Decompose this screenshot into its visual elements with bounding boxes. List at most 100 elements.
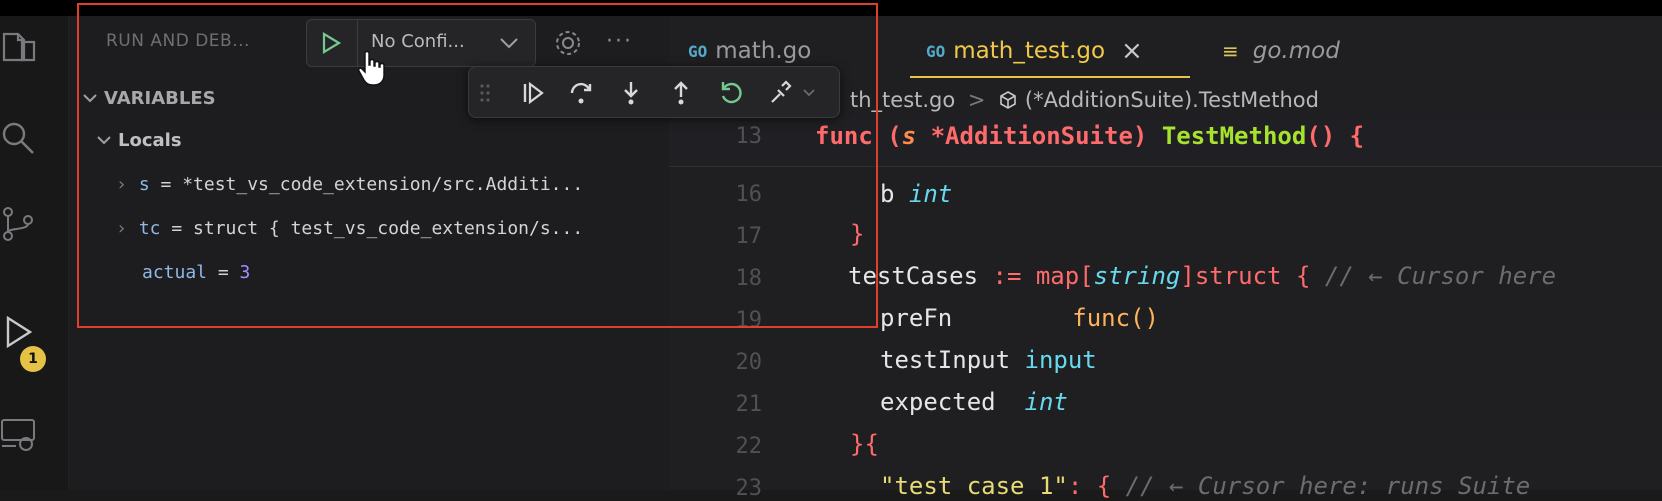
hand-pointer-cursor-icon [356, 50, 386, 90]
line-number: 23 [735, 476, 763, 501]
variable-row[interactable]: actual = 3 [142, 262, 250, 283]
code-token: func [815, 122, 873, 150]
variable-row[interactable]: › s = *test_vs_code_extension/src.Additi.… [116, 174, 583, 195]
code-line-21: expected int [880, 388, 1068, 416]
variable-value: 3 [239, 262, 251, 283]
breadcrumb: th_test.go > (*AdditionSuite).TestMethod [850, 88, 1319, 112]
variable-name: tc [138, 218, 161, 239]
tab-label: go.mod [1252, 38, 1340, 64]
code-token: map [1035, 262, 1080, 290]
restart-icon[interactable] [715, 77, 747, 109]
source-control-icon[interactable] [0, 202, 40, 246]
code-comment: // ← Cursor here [1324, 262, 1557, 290]
code-token: { [1335, 122, 1365, 150]
code-token: { [1096, 472, 1126, 500]
code-token: TestMethod [1161, 122, 1307, 150]
code-token: func() [1072, 304, 1159, 332]
go-file-icon: GO [926, 41, 946, 61]
code-token: int [908, 180, 953, 208]
locals-scope[interactable]: Locals [96, 130, 182, 151]
more-actions-icon[interactable]: ··· [606, 29, 633, 54]
variable-name: s [138, 174, 150, 195]
code-token: testCases [848, 262, 979, 290]
code-token: [ [1079, 262, 1094, 290]
code-token: *AdditionSuite [916, 122, 1133, 150]
explorer-icon[interactable] [0, 26, 40, 70]
code-token: preFn [880, 304, 953, 332]
search-icon[interactable] [0, 116, 40, 160]
code-comment: // ← Cursor here: runs Suite [1125, 472, 1531, 500]
code-token: input [1024, 346, 1097, 374]
variable-value: struct { test_vs_code_extension/s... [193, 218, 584, 239]
variables-section-header[interactable]: VARIABLES [82, 88, 216, 109]
code-line-22: }{ [850, 430, 879, 458]
variable-row[interactable]: › tc = struct { test_vs_code_extension/s.… [116, 218, 583, 239]
code-token: ] [1180, 262, 1195, 290]
symbol-method-icon [998, 88, 1018, 112]
launch-config-label[interactable]: No Confi... [371, 31, 465, 52]
code-token: } [850, 430, 865, 458]
gomod-file-icon: ≡ [1222, 39, 1239, 63]
chevron-down-icon [96, 130, 112, 151]
code-token: "test case 1" [880, 472, 1068, 500]
code-line-17: } [850, 220, 865, 248]
start-debugging-icon[interactable] [319, 31, 343, 59]
active-tab-indicator [910, 76, 1190, 78]
code-token: string [1093, 262, 1181, 290]
debug-badge: 1 [20, 346, 46, 372]
code-line-16: b int [880, 180, 952, 208]
continue-icon[interactable] [517, 77, 549, 109]
code-line-13: func (s *AdditionSuite) TestMethod() { [815, 122, 1364, 150]
chevron-down-icon[interactable] [499, 35, 519, 55]
title-bar [0, 0, 1662, 16]
close-icon[interactable]: × [1121, 36, 1143, 66]
activity-bar [0, 16, 69, 490]
code-token: struct [1194, 262, 1282, 290]
code-line-20: testInput input [880, 346, 1097, 374]
remote-explorer-icon[interactable] [0, 412, 40, 456]
code-token: { [864, 430, 879, 458]
variable-equals: = [160, 218, 194, 239]
code-token: testInput [880, 346, 1025, 374]
line-number: 19 [735, 308, 763, 333]
launch-config-dropdown[interactable]: No Confi... [306, 19, 536, 67]
tab-go-mod[interactable]: ≡ go.mod [1222, 22, 1340, 80]
code-token: := [978, 262, 1036, 290]
line-number: 18 [735, 266, 763, 291]
variable-name: actual [142, 262, 208, 283]
code-line-19: preFn func() [880, 304, 1159, 332]
code-token: () [1306, 122, 1336, 150]
line-number: 13 [735, 124, 763, 149]
breadcrumb-file[interactable]: th_test.go [850, 88, 955, 112]
code-token: b [880, 180, 909, 208]
line-number: 16 [735, 182, 763, 207]
tab-label: math.go [715, 38, 812, 64]
go-file-icon: GO [688, 41, 708, 61]
line-number: 22 [735, 434, 763, 459]
variables-label: VARIABLES [104, 88, 216, 109]
breadcrumb-separator: > [967, 88, 986, 112]
line-number: 21 [735, 392, 763, 417]
gear-icon[interactable] [553, 28, 583, 62]
code-token: ( [872, 122, 902, 150]
tab-label: math_test.go [953, 38, 1106, 64]
disconnect-icon[interactable] [765, 77, 821, 109]
line-number: 17 [735, 224, 763, 249]
chevron-right-icon[interactable]: › [116, 174, 127, 195]
debug-toolbar [468, 66, 840, 118]
code-token: int [1024, 388, 1068, 416]
breadcrumb-symbol[interactable]: (*AdditionSuite).TestMethod [1025, 88, 1319, 112]
code-line-23: "test case 1": { // ← Cursor here: runs … [880, 472, 1530, 500]
step-out-icon[interactable] [665, 77, 697, 109]
line-number: 20 [735, 350, 763, 375]
drag-handle-icon[interactable] [475, 77, 495, 109]
code-token: expected [880, 388, 1025, 416]
chevron-right-icon[interactable]: › [116, 218, 127, 239]
chevron-down-icon [82, 88, 98, 109]
tab-math-test-go[interactable]: GO math_test.go × [926, 22, 1143, 80]
step-into-icon[interactable] [615, 77, 647, 109]
variable-equals: = [207, 262, 240, 283]
step-over-icon[interactable] [565, 77, 597, 109]
code-token: { [1281, 262, 1325, 290]
variable-value: *test_vs_code_extension/src.Additi... [182, 174, 584, 195]
